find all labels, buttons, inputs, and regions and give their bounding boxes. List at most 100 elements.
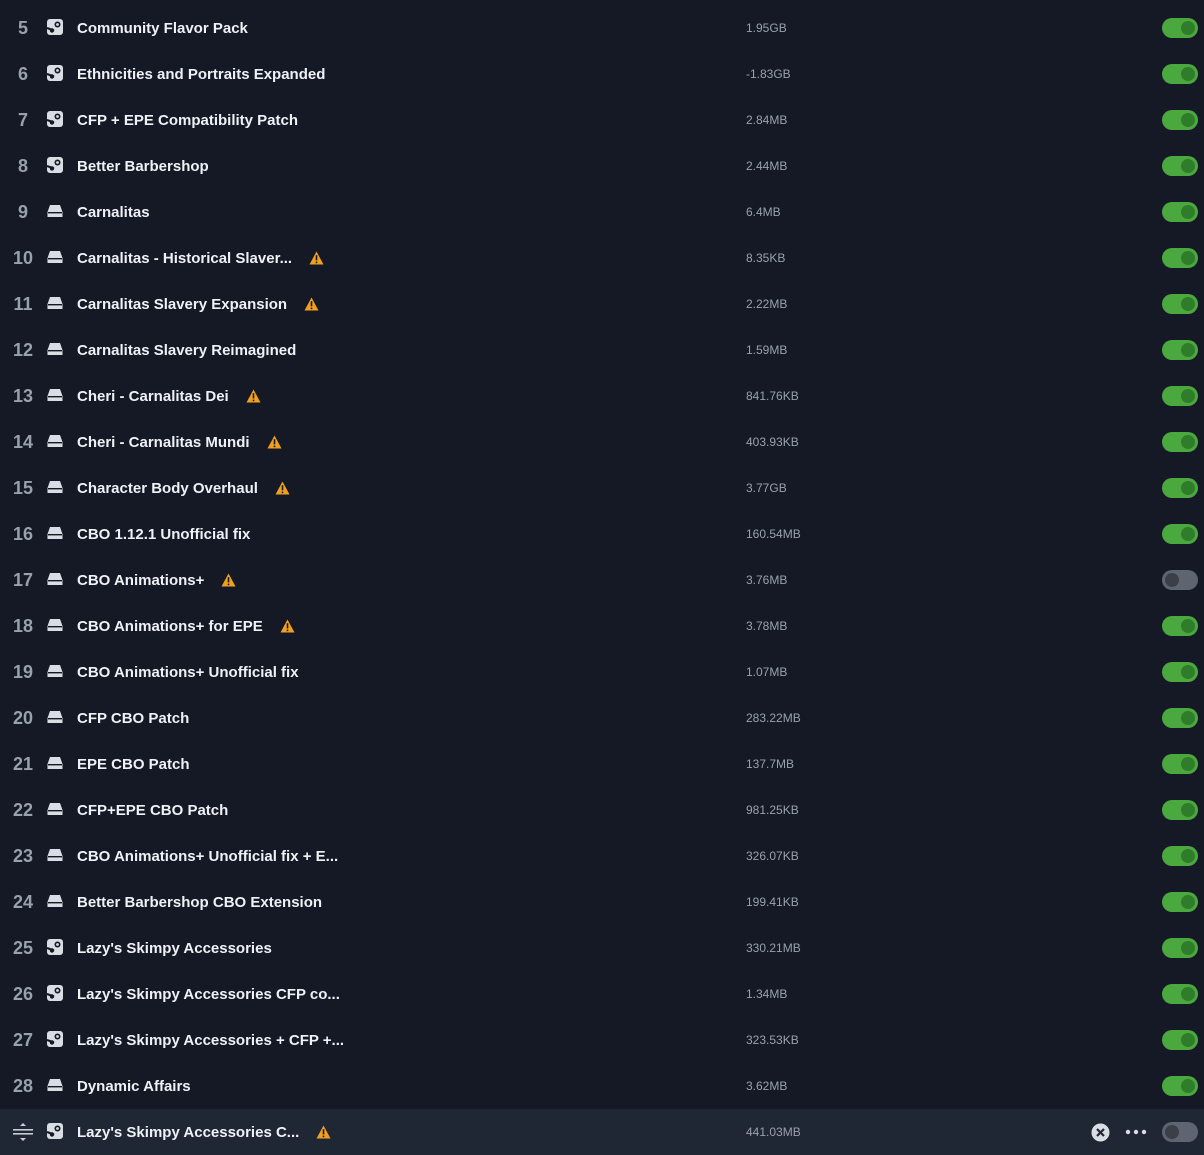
- mod-row[interactable]: 25 Lazy's Skimpy Accessories 330.21MB: [0, 925, 1204, 971]
- mod-name: Character Body Overhaul: [77, 479, 258, 497]
- mod-name: CFP CBO Patch: [77, 709, 190, 727]
- mod-size: 3.76MB: [746, 573, 788, 587]
- enable-toggle[interactable]: [1162, 248, 1198, 268]
- mod-name: Lazy's Skimpy Accessories CFP co...: [77, 985, 340, 1003]
- mod-row[interactable]: 5 Community Flavor Pack 1.95GB: [0, 5, 1204, 51]
- enable-toggle[interactable]: [1162, 18, 1198, 38]
- enable-toggle[interactable]: [1162, 800, 1198, 820]
- load-order-index: 9: [17, 202, 28, 222]
- enable-toggle[interactable]: [1162, 846, 1198, 866]
- mod-row[interactable]: 20 CFP CBO Patch 283.22MB: [0, 695, 1204, 741]
- mod-row[interactable]: 14 Cheri - Carnalitas Mundi 403.93KB: [0, 419, 1204, 465]
- steam-icon: [46, 110, 64, 128]
- remove-mod-button[interactable]: [1091, 1123, 1110, 1142]
- mod-size: 326.07KB: [746, 849, 799, 863]
- mod-row[interactable]: 18 CBO Animations+ for EPE 3.78MB: [0, 603, 1204, 649]
- enable-toggle[interactable]: [1162, 478, 1198, 498]
- mod-row[interactable]: 26 Lazy's Skimpy Accessories CFP co... 1.3…: [0, 971, 1204, 1017]
- local-drive-icon: [46, 662, 64, 680]
- mod-name-cell: CBO 1.12.1 Unofficial fix: [77, 511, 250, 557]
- enable-toggle[interactable]: [1162, 340, 1198, 360]
- mod-row[interactable]: 12 Carnalitas Slavery Reimagined 1.59MB: [0, 327, 1204, 373]
- toggle-knob: [1181, 67, 1195, 81]
- warning-icon[interactable]: [309, 251, 324, 265]
- mod-list: 5 Community Flavor Pack 1.95GB 6 Ethnicities…: [0, 5, 1204, 1155]
- mod-row[interactable]: 21 EPE CBO Patch 137.7MB: [0, 741, 1204, 787]
- toggle-knob: [1181, 21, 1195, 35]
- mod-row[interactable]: 6 Ethnicities and Portraits Expanded -1.83…: [0, 51, 1204, 97]
- enable-toggle[interactable]: [1162, 708, 1198, 728]
- toggle-knob: [1181, 1033, 1195, 1047]
- mod-name-cell: CBO Animations+: [77, 557, 236, 603]
- mod-name-cell: CBO Animations+ for EPE: [77, 603, 295, 649]
- mod-size: 1.07MB: [746, 665, 788, 679]
- mod-row[interactable]: 9 Carnalitas 6.4MB: [0, 189, 1204, 235]
- mod-row[interactable]: 27 Lazy's Skimpy Accessories + CFP +... 32…: [0, 1017, 1204, 1063]
- more-options-button[interactable]: [1124, 1124, 1148, 1140]
- warning-icon[interactable]: [221, 573, 236, 587]
- mod-row[interactable]: 15 Character Body Overhaul 3.77GB: [0, 465, 1204, 511]
- mod-size: 137.7MB: [746, 757, 795, 771]
- mod-size: 3.62MB: [746, 1079, 788, 1093]
- mod-name: Cheri - Carnalitas Dei: [77, 387, 229, 405]
- enable-toggle[interactable]: [1162, 294, 1198, 314]
- mod-row[interactable]: 28 Dynamic Affairs 3.62MB: [0, 1063, 1204, 1109]
- load-order-index: 25: [12, 938, 34, 958]
- mod-row[interactable]: 10 Carnalitas - Historical Slaver... 8.35K…: [0, 235, 1204, 281]
- enable-toggle[interactable]: [1162, 892, 1198, 912]
- enable-toggle[interactable]: [1162, 156, 1198, 176]
- mod-row[interactable]: 7 CFP + EPE Compatibility Patch 2.84MB: [0, 97, 1204, 143]
- mod-row[interactable]: 13 Cheri - Carnalitas Dei 841.76KB: [0, 373, 1204, 419]
- enable-toggle[interactable]: [1162, 662, 1198, 682]
- mod-size: 403.93KB: [746, 435, 799, 449]
- mod-name-cell: Carnalitas Slavery Expansion: [77, 281, 319, 327]
- mod-name-cell: CBO Animations+ Unofficial fix + E...: [77, 833, 338, 879]
- warning-icon[interactable]: [267, 435, 282, 449]
- mod-row[interactable]: 17 CBO Animations+ 3.76MB: [0, 557, 1204, 603]
- enable-toggle[interactable]: [1162, 202, 1198, 222]
- mod-row[interactable]: 16 CBO 1.12.1 Unofficial fix 160.54MB: [0, 511, 1204, 557]
- enable-toggle[interactable]: [1162, 754, 1198, 774]
- mod-size: 6.4MB: [746, 205, 781, 219]
- enable-toggle[interactable]: [1162, 1030, 1198, 1050]
- drag-handle-icon[interactable]: [12, 1122, 34, 1142]
- enable-toggle[interactable]: [1162, 984, 1198, 1004]
- mod-row[interactable]: 19 CBO Animations+ Unofficial fix 1.07MB: [0, 649, 1204, 695]
- mod-row[interactable]: 8 Better Barbershop 2.44MB: [0, 143, 1204, 189]
- enable-toggle[interactable]: [1162, 386, 1198, 406]
- mod-row[interactable]: 22 CFP+EPE CBO Patch 981.25KB: [0, 787, 1204, 833]
- mod-name-cell: CFP CBO Patch: [77, 695, 189, 741]
- toggle-knob: [1181, 987, 1195, 1001]
- load-order-index: 21: [12, 754, 34, 774]
- enable-toggle[interactable]: [1162, 110, 1198, 130]
- mod-size: 3.77GB: [746, 481, 787, 495]
- mod-row[interactable]: 23 CBO Animations+ Unofficial fix + E... 3…: [0, 833, 1204, 879]
- warning-icon[interactable]: [246, 389, 261, 403]
- enable-toggle[interactable]: [1162, 570, 1198, 590]
- warning-icon[interactable]: [280, 619, 295, 633]
- enable-toggle[interactable]: [1162, 1076, 1198, 1096]
- mod-row[interactable]: 11 Carnalitas Slavery Expansion 2.22MB: [0, 281, 1204, 327]
- mod-row[interactable]: 24 Better Barbershop CBO Extension 199.41K…: [0, 879, 1204, 925]
- warning-icon[interactable]: [316, 1125, 331, 1139]
- enable-toggle[interactable]: [1162, 1122, 1198, 1142]
- enable-toggle[interactable]: [1162, 524, 1198, 544]
- load-order-index: 22: [12, 800, 34, 820]
- enable-toggle[interactable]: [1162, 432, 1198, 452]
- load-order-index: 15: [12, 478, 34, 498]
- mod-size: 1.59MB: [746, 343, 788, 357]
- enable-toggle[interactable]: [1162, 64, 1198, 84]
- mod-name: CFP + EPE Compatibility Patch: [77, 111, 299, 129]
- mod-name: Carnalitas Slavery Expansion: [77, 295, 288, 313]
- mod-name: Better Barbershop: [77, 157, 209, 175]
- mod-row-selected[interactable]: Lazy's Skimpy Accessories C... 441.03MB: [0, 1109, 1204, 1155]
- enable-toggle[interactable]: [1162, 616, 1198, 636]
- local-drive-icon: [46, 754, 64, 772]
- mod-name-cell: CBO Animations+ Unofficial fix: [77, 649, 299, 695]
- warning-icon[interactable]: [275, 481, 290, 495]
- warning-icon[interactable]: [304, 297, 319, 311]
- load-order-index: 20: [12, 708, 34, 728]
- enable-toggle[interactable]: [1162, 938, 1198, 958]
- local-drive-icon: [46, 616, 64, 634]
- toggle-knob: [1181, 481, 1195, 495]
